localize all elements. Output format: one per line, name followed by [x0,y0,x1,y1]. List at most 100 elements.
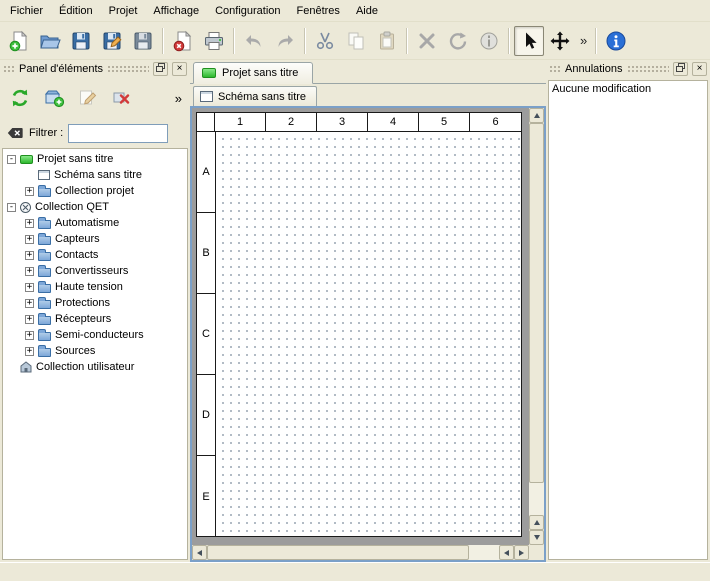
arrow-up-icon [534,113,540,118]
close-file-button[interactable] [168,26,198,56]
schema-canvas[interactable]: 1 2 3 4 5 6 A B C D E [192,108,529,545]
expand-icon[interactable]: + [25,267,34,276]
undo-icon [243,30,265,52]
paste-button[interactable] [372,26,402,56]
reload-collections-button[interactable] [6,84,34,112]
menu-fichier[interactable]: Fichier [2,2,51,20]
scroll-left-button[interactable] [499,545,514,560]
undo-history-list: Aucune modification [548,80,708,560]
tree-item-label: Capteurs [55,233,100,245]
scroll-track[interactable] [529,483,544,515]
expand-icon[interactable]: + [25,283,34,292]
expand-icon[interactable]: + [25,347,34,356]
filter-input[interactable] [68,124,168,143]
tree-item-sources[interactable]: +Sources [3,343,187,359]
expand-icon[interactable]: + [25,251,34,260]
expand-icon[interactable]: + [25,331,34,340]
save-all-button[interactable] [128,26,158,56]
open-project-button[interactable] [35,26,65,56]
tree-item-collection-projet[interactable]: +Collection projet [3,183,187,199]
expand-icon[interactable]: + [25,187,34,196]
vertical-scroll-thumb[interactable] [529,123,544,483]
expand-icon[interactable]: + [25,299,34,308]
menu-fenetres[interactable]: Fenêtres [289,2,348,20]
dock-float-button[interactable] [153,62,168,76]
float-icon [156,63,165,75]
dock-float-button[interactable] [673,62,688,76]
print-button[interactable] [199,26,229,56]
tree-item-haute-tension[interactable]: +Haute tension [3,279,187,295]
save-button[interactable] [66,26,96,56]
expand-icon[interactable]: + [25,219,34,228]
dot-grid[interactable] [216,132,521,536]
column-ruler: 1 2 3 4 5 6 [197,113,521,132]
tab-projet-sans-titre[interactable]: Projet sans titre [193,62,313,84]
edit-element-button[interactable] [74,84,102,112]
drawing-sheet: 1 2 3 4 5 6 A B C D E [196,112,522,537]
menu-edition[interactable]: Édition [51,2,101,20]
new-collection-icon [43,87,65,109]
schema-icon [200,91,213,102]
scroll-down-button[interactable] [529,530,544,545]
tree-item-recepteurs[interactable]: +Récepteurs [3,311,187,327]
properties-button[interactable] [474,26,504,56]
vertical-scrollbar[interactable] [529,108,544,545]
new-project-button[interactable] [4,26,34,56]
undo-panel-titlebar[interactable]: Annulations × [546,60,710,78]
panel-overflow-button[interactable]: » [175,91,184,106]
tree-item-schema-sans-titre[interactable]: Schéma sans titre [3,167,187,183]
menu-configuration[interactable]: Configuration [207,2,288,20]
about-button[interactable] [601,26,631,56]
folder-icon [38,332,51,341]
dock-close-button[interactable]: × [692,62,707,76]
delete-element-button[interactable] [108,84,136,112]
scroll-up-button[interactable] [529,108,544,123]
dock-close-button[interactable]: × [172,62,187,76]
scroll-right-button[interactable] [514,545,529,560]
copy-button[interactable] [341,26,371,56]
toolbar-overflow-button[interactable]: » [576,33,591,48]
tree-item-convertisseurs[interactable]: +Convertisseurs [3,263,187,279]
tree-item-contacts[interactable]: +Contacts [3,247,187,263]
menu-affichage[interactable]: Affichage [145,2,207,20]
cut-button[interactable] [310,26,340,56]
horizontal-scroll-thumb[interactable] [207,545,469,560]
elements-panel-titlebar[interactable]: Panel d'éléments × [0,60,190,78]
menu-aide[interactable]: Aide [348,2,386,20]
save-as-button[interactable] [97,26,127,56]
redo-button[interactable] [270,26,300,56]
save-icon [70,30,92,52]
tree-item-collection-utilisateur[interactable]: Collection utilisateur [3,359,187,375]
tree-item-capteurs[interactable]: + Capteurs [3,231,187,247]
undo-panel-title: Annulations [565,63,623,75]
close-file-icon [172,30,194,52]
schema-tab-bar: Schéma sans titre [190,84,546,106]
tree-item-label: Projet sans titre [37,153,113,165]
tree-item-projet-sans-titre[interactable]: - Projet sans titre [3,151,187,167]
undo-button[interactable] [239,26,269,56]
collapse-icon[interactable]: - [7,155,16,164]
move-mode-button[interactable] [545,26,575,56]
undo-history-item[interactable]: Aucune modification [552,83,704,95]
menu-projet[interactable]: Projet [101,2,146,20]
printer-icon [203,30,225,52]
horizontal-scrollbar[interactable] [192,545,529,560]
scroll-track[interactable] [469,545,499,560]
collapse-icon[interactable]: - [7,203,16,212]
project-tab-bar: Projet sans titre [190,60,546,84]
tree-item-semi-conducteurs[interactable]: +Semi-conducteurs [3,327,187,343]
new-element-button[interactable] [40,84,68,112]
rotate-button[interactable] [443,26,473,56]
tree-item-protections[interactable]: +Protections [3,295,187,311]
expand-icon[interactable]: + [25,315,34,324]
select-mode-button[interactable] [514,26,544,56]
expand-icon[interactable]: + [25,235,34,244]
scroll-up-button[interactable] [529,515,544,530]
new-file-icon [8,30,30,52]
tab-schema-sans-titre[interactable]: Schéma sans titre [193,86,317,106]
delete-button[interactable] [412,26,442,56]
tree-item-collection-qet[interactable]: -Collection QET [3,199,187,215]
scroll-left-button[interactable] [192,545,207,560]
clear-filter-icon[interactable] [6,124,24,142]
tree-item-automatisme[interactable]: +Automatisme [3,215,187,231]
